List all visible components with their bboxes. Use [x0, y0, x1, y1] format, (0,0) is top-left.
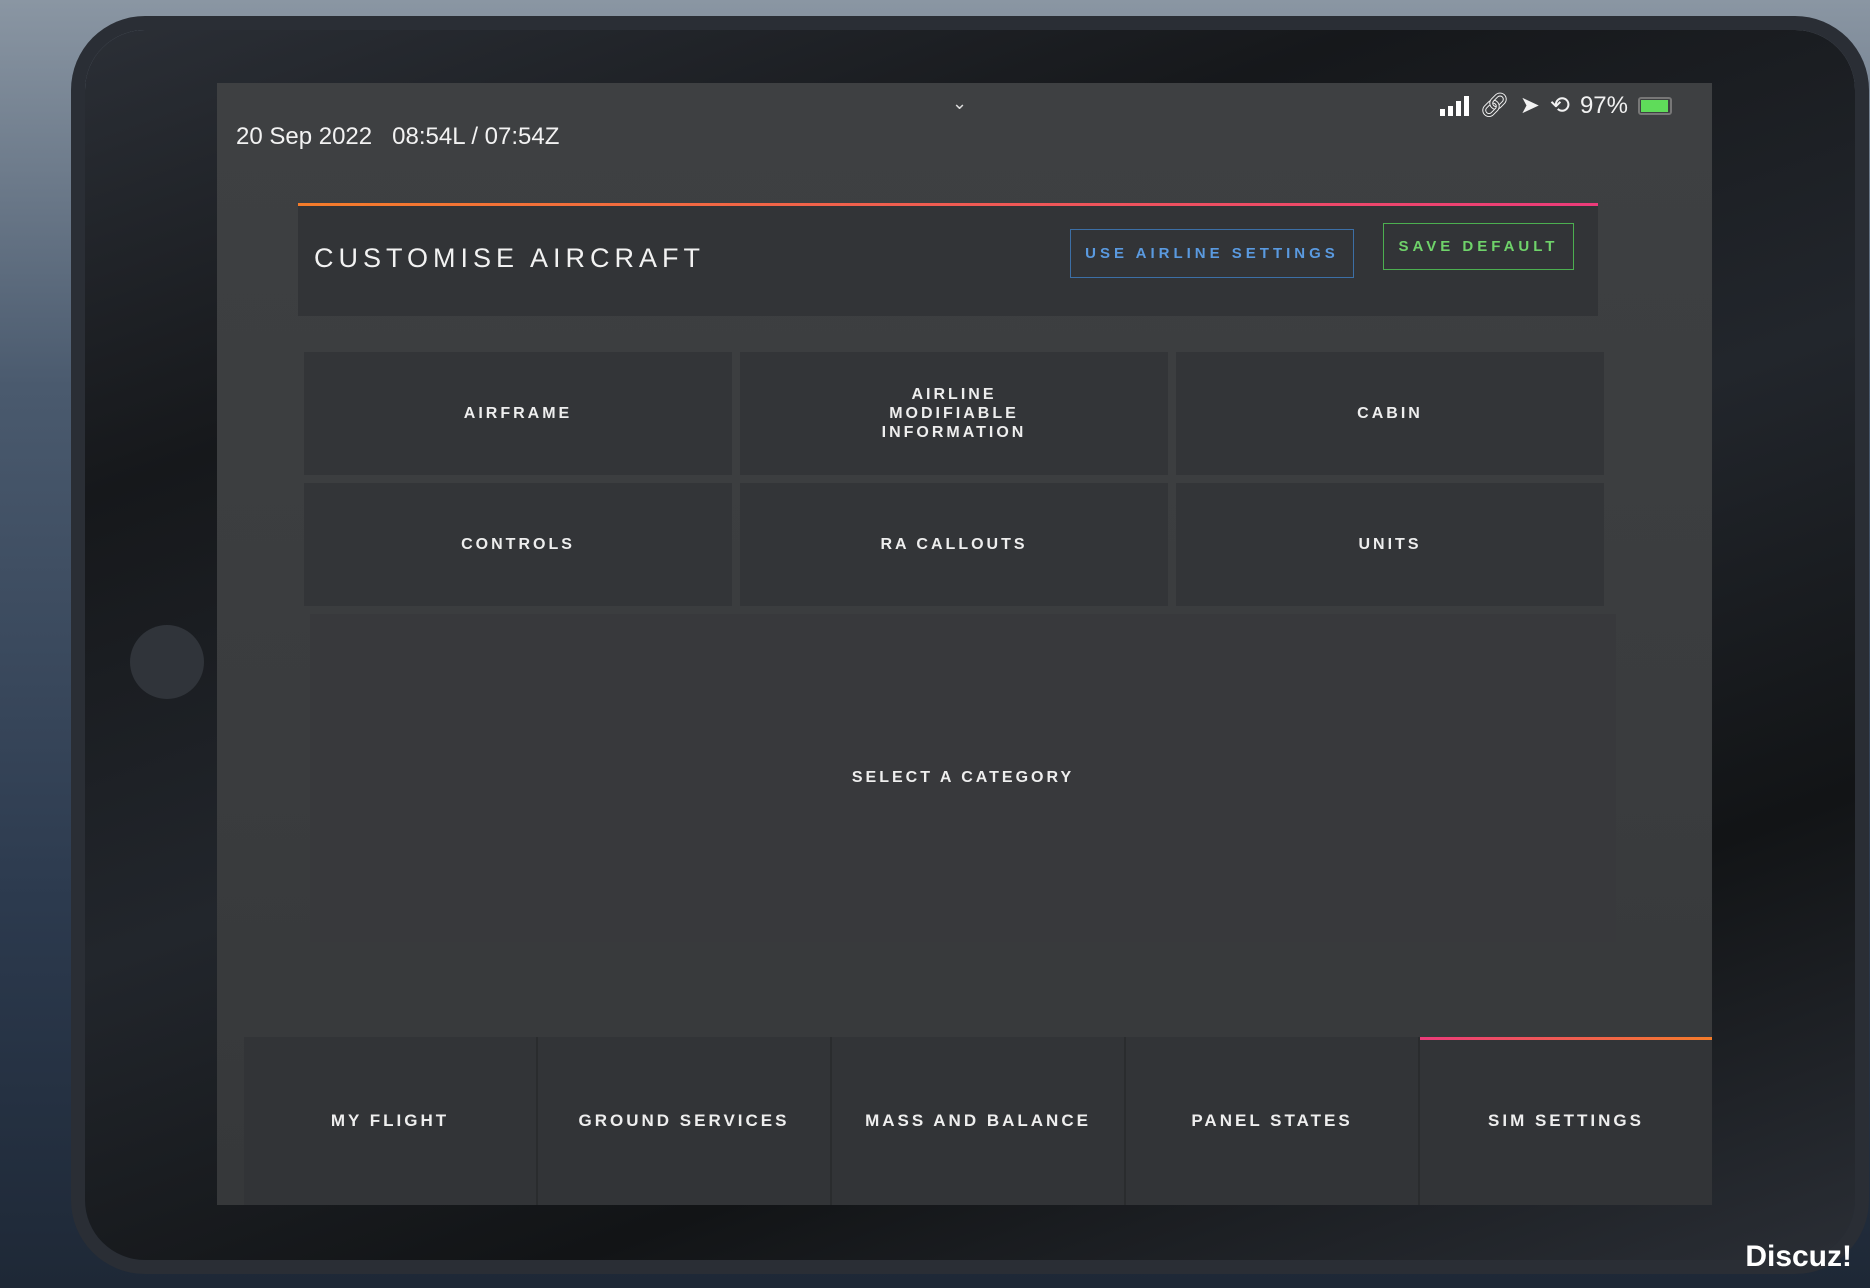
status-icons: 🔗︎ ➤ ⟲ 97% — [1440, 91, 1672, 120]
rotation-lock-icon: ⟲ — [1549, 92, 1570, 119]
select-category-text: SELECT A CATEGORY — [851, 769, 1075, 786]
page-title: CUSTOMISE AIRCRAFT — [314, 243, 706, 273]
tablet-screen: 20 Sep 2022 08:54L / 07:54Z ⌄ 🔗︎ ➤ ⟲ 97%… — [217, 83, 1712, 1205]
use-airline-settings-button[interactable]: USE AIRLINE SETTINGS — [1070, 229, 1354, 278]
accent-line — [298, 203, 1598, 206]
tab-sim-settings[interactable]: SIM SETTINGS — [1420, 1037, 1712, 1205]
save-default-button[interactable]: SAVE DEFAULT — [1383, 223, 1574, 270]
tab-mass-and-balance[interactable]: MASS AND BALANCE — [832, 1037, 1126, 1205]
category-cabin[interactable]: CABIN — [1176, 352, 1604, 475]
location-icon: ➤ — [1519, 92, 1540, 119]
chevron-down-icon[interactable]: ⌄ — [952, 93, 967, 114]
category-airframe[interactable]: AIRFRAME — [304, 352, 732, 475]
battery-icon — [1638, 96, 1672, 115]
tab-my-flight[interactable]: MY FLIGHT — [244, 1037, 538, 1205]
time-text: 08:54L / 07:54Z — [392, 123, 560, 150]
category-grid: AIRFRAME AIRLINE MODIFIABLE INFORMATION … — [304, 352, 1604, 606]
battery-percent: 97% — [1579, 91, 1628, 119]
date-text: 20 Sep 2022 — [236, 123, 373, 150]
tab-panel-states[interactable]: PANEL STATES — [1126, 1037, 1420, 1205]
date-time: 20 Sep 2022 08:54L / 07:54Z — [236, 123, 559, 151]
content-area: SELECT A CATEGORY — [310, 614, 1616, 942]
bottom-nav: MY FLIGHT GROUND SERVICES MASS AND BALAN… — [244, 1037, 1712, 1205]
category-units[interactable]: UNITS — [1176, 483, 1604, 606]
tablet-camera — [130, 625, 204, 699]
header-panel: CUSTOMISE AIRCRAFT USE AIRLINE SETTINGS … — [298, 203, 1598, 316]
category-airline-modifiable-information[interactable]: AIRLINE MODIFIABLE INFORMATION — [740, 352, 1168, 475]
watermark: Discuz! — [1745, 1240, 1852, 1273]
tab-ground-services[interactable]: GROUND SERVICES — [538, 1037, 832, 1205]
link-icon: 🔗︎ — [1479, 92, 1510, 119]
category-ra-callouts[interactable]: RA CALLOUTS — [740, 483, 1168, 606]
category-controls[interactable]: CONTROLS — [304, 483, 732, 606]
signal-icon — [1440, 95, 1470, 116]
